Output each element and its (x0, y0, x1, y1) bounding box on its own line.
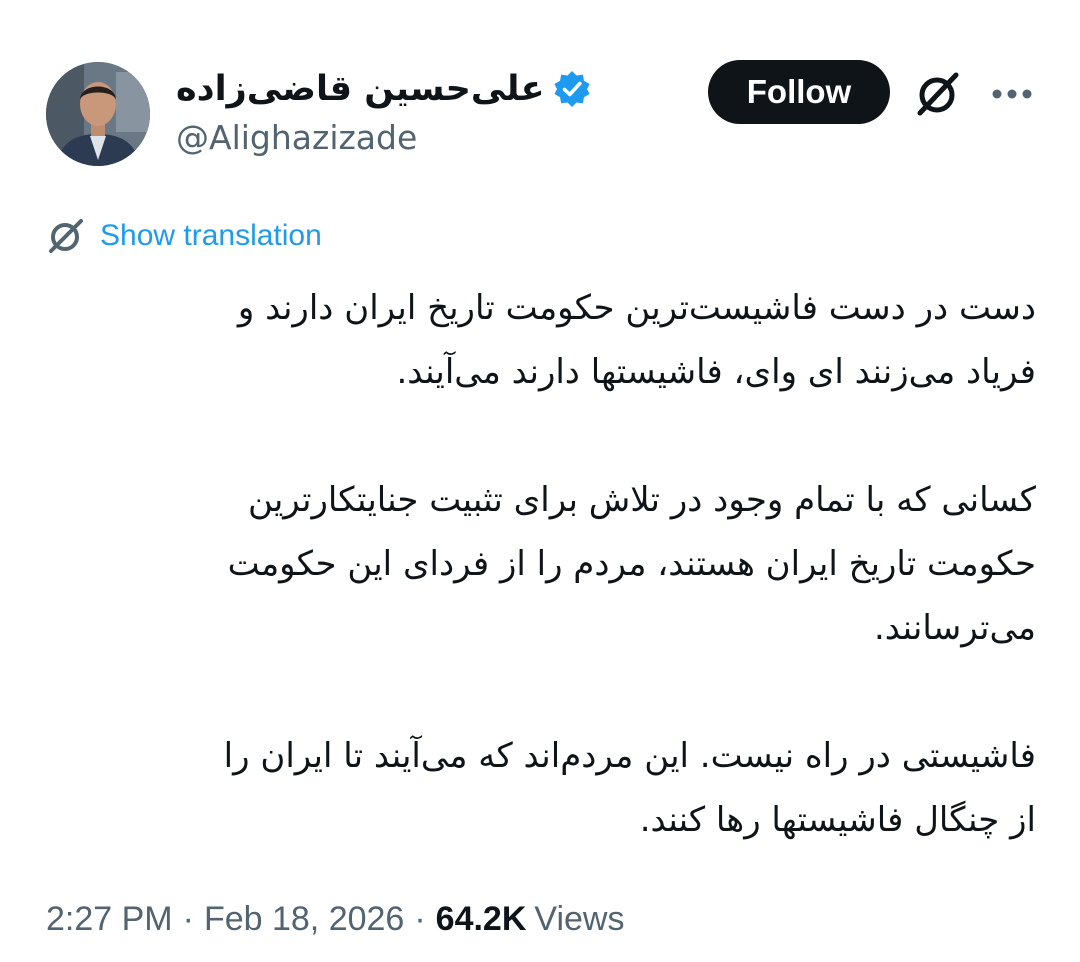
profile-photo (46, 62, 150, 166)
show-translation-label[interactable]: Show translation (100, 214, 322, 258)
tweet-line: حکومت تاریخ ایران هستند، مردم را از فردا… (227, 544, 1036, 584)
tweet-line: می‌ترسانند. (874, 608, 1036, 648)
follow-button[interactable]: Follow (708, 60, 890, 124)
verified-badge-icon (554, 71, 591, 107)
tweet-paragraph: دست در دست فاشیست‌ترین حکومت تاریخ ایران… (40, 276, 1036, 404)
tweet-line: فریاد می‌زنند ای وای، فاشیستها دارند می‌… (396, 352, 1036, 392)
tweet-line: کسانی که با تمام وجود در تلاش برای تثبیت… (247, 480, 1036, 520)
tweet-paragraph: فاشیستی در راه نیست. این مردم‌اند که می‌… (40, 724, 1036, 852)
tweet-meta: 2:27 PM · Feb 18, 2026 · 64.2K Views (46, 896, 625, 942)
tweet-date[interactable]: Feb 18, 2026 (204, 900, 404, 939)
tweet-line: دست در دست فاشیست‌ترین حکومت تاریخ ایران… (237, 288, 1036, 328)
views-count: 64.2K (435, 899, 527, 938)
translate-icon (49, 219, 83, 253)
meta-separator: · (182, 899, 194, 938)
tweet-line: از چنگال فاشیستها رها کنند. (639, 800, 1036, 840)
tweet-line: فاشیستی در راه نیست. این مردم‌اند که می‌… (223, 736, 1036, 776)
tweet-time[interactable]: 2:27 PM (46, 900, 173, 939)
meta-separator: · (414, 899, 426, 938)
grok-icon[interactable] (912, 68, 964, 120)
tweet: علی‌حسین قاضی‌زاده @Alighazizade Follow … (0, 0, 1080, 962)
avatar[interactable] (46, 62, 150, 166)
author-name-row: علی‌حسین قاضی‌زاده (176, 64, 592, 114)
tweet-text: دست در دست فاشیست‌ترین حکومت تاریخ ایران… (40, 276, 1036, 916)
more-icon[interactable] (990, 78, 1034, 110)
author-handle[interactable]: @Alighazizade (176, 116, 417, 160)
views-label: Views (534, 899, 625, 938)
author-display-name[interactable]: علی‌حسین قاضی‌زاده (176, 64, 544, 114)
tweet-paragraph: کسانی که با تمام وجود در تلاش برای تثبیت… (40, 468, 1036, 660)
show-translation-link[interactable]: Show translation (46, 214, 322, 258)
